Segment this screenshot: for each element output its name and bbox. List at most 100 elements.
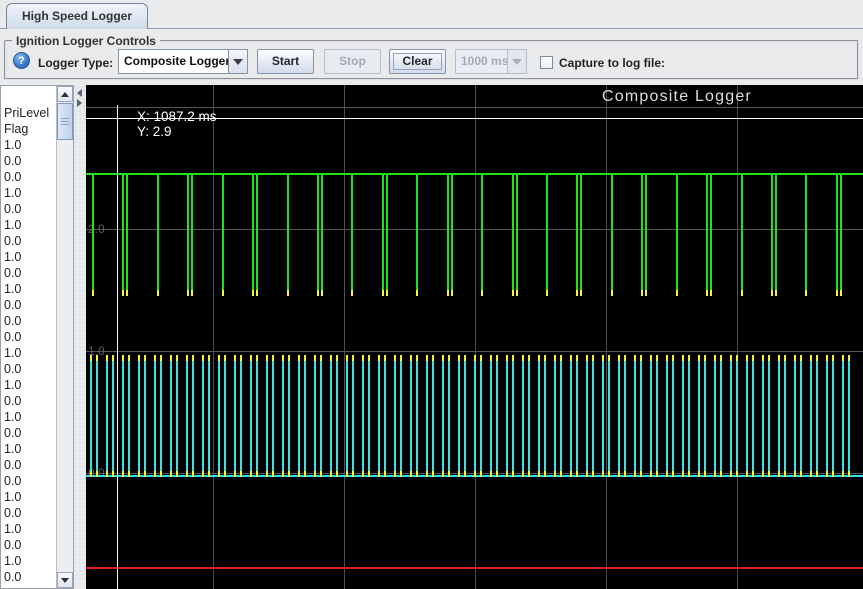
signal-list-scrollbar[interactable] xyxy=(56,86,73,588)
green-pulse xyxy=(580,174,582,290)
green-pulse xyxy=(321,174,323,290)
cyan-pulse xyxy=(202,361,204,471)
capture-to-log-checkbox[interactable] xyxy=(540,56,553,69)
data-point-marker xyxy=(160,471,162,477)
cyan-pulse xyxy=(352,361,354,471)
data-point-marker xyxy=(840,290,842,296)
list-item[interactable]: 0.0 xyxy=(1,169,57,185)
data-point-marker xyxy=(656,471,658,477)
data-point-marker xyxy=(704,471,706,477)
data-point-marker xyxy=(676,290,678,296)
list-item[interactable]: 0.0 xyxy=(1,233,57,249)
split-pane-divider[interactable] xyxy=(74,85,86,589)
cyan-pulse xyxy=(432,361,434,471)
data-point-marker xyxy=(682,471,684,477)
stop-button[interactable]: Stop xyxy=(324,49,381,74)
data-point-marker xyxy=(848,471,850,477)
start-button[interactable]: Start xyxy=(257,49,314,74)
collapse-right-icon[interactable] xyxy=(77,99,82,107)
data-point-marker xyxy=(240,471,242,477)
clear-button[interactable]: Clear xyxy=(389,49,446,74)
cyan-pulse xyxy=(250,361,252,471)
data-point-marker xyxy=(688,471,690,477)
cyan-pulse xyxy=(416,361,418,471)
data-point-marker xyxy=(490,471,492,477)
data-point-marker xyxy=(222,290,224,296)
list-item[interactable]: 0.0 xyxy=(1,265,57,281)
data-point-marker xyxy=(634,471,636,477)
data-point-marker xyxy=(128,471,130,477)
data-point-marker xyxy=(272,471,274,477)
logger-type-combo-arrow-button[interactable] xyxy=(228,50,247,73)
list-item[interactable]: 0.0 xyxy=(1,457,57,473)
cyan-pulse xyxy=(314,361,316,471)
list-item[interactable]: 0.0 xyxy=(1,361,57,377)
data-point-marker xyxy=(432,471,434,477)
list-item[interactable]: 1.0 xyxy=(1,409,57,425)
list-item[interactable]: 1.0 xyxy=(1,345,57,361)
list-item[interactable]: 0.0 xyxy=(1,297,57,313)
data-point-marker xyxy=(752,471,754,477)
cyan-pulse xyxy=(576,361,578,471)
tab-high-speed-logger[interactable]: High Speed Logger xyxy=(6,3,149,29)
list-item[interactable]: 0.0 xyxy=(1,505,57,521)
data-point-marker xyxy=(234,471,236,477)
logger-type-combo[interactable]: Composite Logger xyxy=(118,49,248,74)
data-point-marker xyxy=(768,471,770,477)
interval-combo[interactable]: 1000 ms xyxy=(455,49,527,74)
cyan-pulse xyxy=(106,361,108,471)
list-item[interactable]: 1.0 xyxy=(1,217,57,233)
list-item[interactable]: PriLevel xyxy=(1,105,57,121)
data-point-marker xyxy=(794,471,796,477)
list-item[interactable]: 0.0 xyxy=(1,313,57,329)
composite-logger-chart[interactable]: Composite Logger X: 1087.2 ms Y: 2.9 2.0… xyxy=(86,85,863,589)
green-pulse xyxy=(741,174,743,290)
cyan-pulse xyxy=(496,361,498,471)
list-item[interactable]: 0.0 xyxy=(1,473,57,489)
list-item[interactable]: 0.0 xyxy=(1,425,57,441)
cyan-pulse xyxy=(122,361,124,471)
list-item[interactable]: 0.0 xyxy=(1,537,57,553)
red-reference-line xyxy=(86,567,863,569)
cyan-pulse xyxy=(762,361,764,471)
list-item[interactable]: Flag xyxy=(1,121,57,137)
cyan-pulse xyxy=(170,361,172,471)
list-item[interactable]: 1.0 xyxy=(1,137,57,153)
data-point-marker xyxy=(836,290,838,296)
list-item[interactable]: 0.0 xyxy=(1,153,57,169)
list-item[interactable]: 1.0 xyxy=(1,377,57,393)
list-item[interactable]: 0.0 xyxy=(1,569,57,585)
list-item[interactable]: 1.0 xyxy=(1,521,57,537)
help-icon[interactable]: ? xyxy=(13,52,30,69)
list-item[interactable]: 0.0 xyxy=(1,201,57,217)
list-item[interactable]: 0.0 xyxy=(1,329,57,345)
list-item[interactable]: 1.0 xyxy=(1,281,57,297)
cyan-pulse xyxy=(570,361,572,471)
list-item[interactable]: 1.0 xyxy=(1,185,57,201)
crosshair-x-label: X: 1087.2 ms xyxy=(137,109,217,124)
list-item[interactable]: 1.0 xyxy=(1,489,57,505)
list-item[interactable]: 1.0 xyxy=(1,553,57,569)
list-item[interactable]: 1.0 xyxy=(1,441,57,457)
crosshair-vertical-line xyxy=(117,105,118,589)
data-point-marker xyxy=(474,471,476,477)
list-item[interactable]: 1.0 xyxy=(1,249,57,265)
tab-label: High Speed Logger xyxy=(22,9,133,23)
scroll-up-button[interactable] xyxy=(57,86,73,102)
data-point-marker xyxy=(778,471,780,477)
chart-title: Composite Logger xyxy=(602,88,752,105)
green-pulse xyxy=(386,174,388,290)
cyan-pulse xyxy=(672,361,674,471)
green-pulse xyxy=(706,174,708,290)
data-point-marker xyxy=(416,471,418,477)
collapse-left-icon[interactable] xyxy=(77,89,82,97)
green-pulse xyxy=(191,174,193,290)
cyan-pulse xyxy=(490,361,492,471)
logger-type-label: Logger Type: xyxy=(38,56,114,70)
data-point-marker xyxy=(352,471,354,477)
scroll-down-button[interactable] xyxy=(57,572,73,588)
list-item[interactable]: 0.0 xyxy=(1,393,57,409)
scrollbar-thumb[interactable] xyxy=(57,103,73,140)
interval-combo-arrow-button[interactable] xyxy=(507,50,526,73)
cyan-pulse xyxy=(362,361,364,471)
